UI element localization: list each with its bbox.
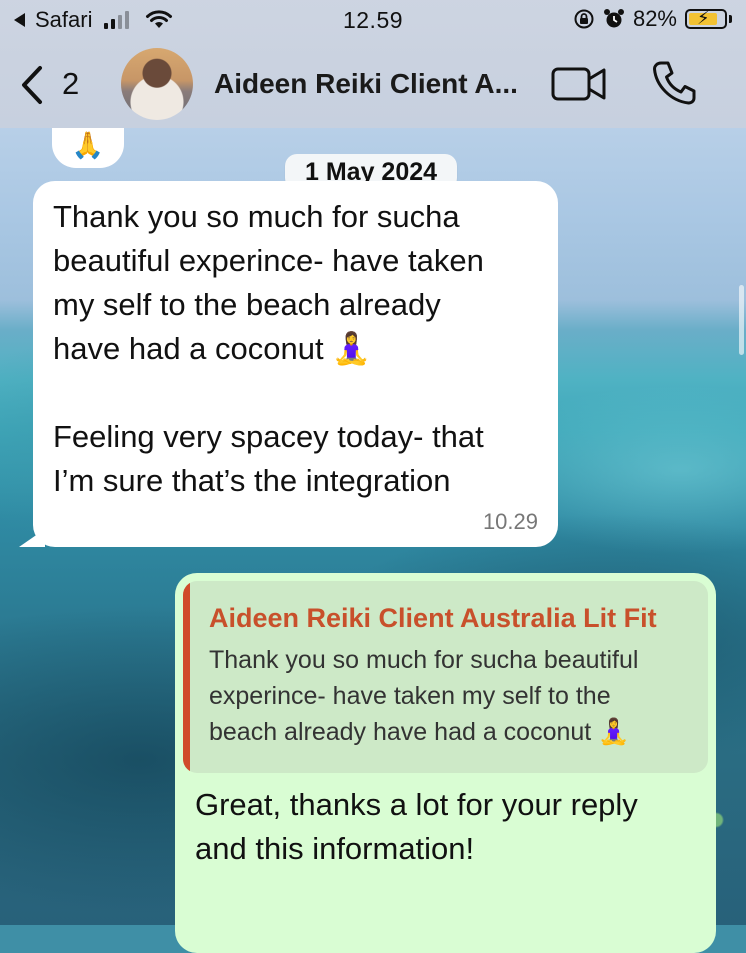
- rotation-lock-icon: [574, 9, 594, 29]
- charging-bolt-icon: ⚡: [697, 8, 710, 28]
- video-call-icon[interactable]: [551, 66, 607, 102]
- quote-line: Thank you so much for sucha beautiful: [209, 646, 639, 674]
- message-line: have had a coconut 🧘‍♀️: [53, 331, 371, 366]
- bubble-tail: [19, 529, 45, 547]
- alarm-icon: [603, 9, 624, 28]
- message-line: Feeling very spacey today- that: [53, 419, 484, 454]
- outgoing-message[interactable]: Aideen Reiki Client Australia Lit Fit Th…: [175, 573, 716, 953]
- message-text: Great, thanks a lot for your reply and t…: [183, 773, 708, 871]
- message-timestamp: 10.29: [482, 509, 538, 534]
- quote-line: beach already have had a coconut 🧘‍♀️: [209, 718, 630, 746]
- status-bar: Safari 12.59 82% ⚡: [0, 0, 746, 40]
- chat-header: Safari 12.59 82% ⚡ 2 Aideen Reiki Client…: [0, 0, 746, 128]
- status-indicators: 82% ⚡: [573, 6, 732, 32]
- battery-icon: ⚡: [685, 8, 727, 29]
- message-line: I’m sure that’s the integration: [53, 463, 451, 498]
- quote-accent-bar: [183, 581, 190, 773]
- incoming-message[interactable]: Thank you so much for sucha beautiful ex…: [19, 181, 558, 547]
- message-text: Thank you so much for sucha beautiful ex…: [53, 195, 538, 503]
- battery-percent: 82%: [632, 6, 677, 31]
- phone-icon[interactable]: [652, 60, 696, 106]
- message-line: Great, thanks a lot for your reply: [195, 787, 638, 822]
- chevron-left-icon[interactable]: [18, 64, 46, 106]
- battery-cap: [729, 15, 732, 23]
- chat-nav-bar: 2 Aideen Reiki Client A...: [0, 46, 746, 124]
- quoted-reply[interactable]: Aideen Reiki Client Australia Lit Fit Th…: [183, 581, 708, 773]
- reaction-emoji: 🙏: [71, 130, 105, 160]
- quote-text: Thank you so much for sucha beautiful ex…: [209, 642, 694, 750]
- message-line: and this information!: [195, 831, 475, 866]
- message-line: Thank you so much for sucha: [53, 199, 460, 234]
- message-line: beautiful experince- have taken: [53, 243, 484, 278]
- message-line: my self to the beach already: [53, 287, 441, 322]
- quote-line: experince- have taken my self to the: [209, 682, 611, 710]
- reaction-chip[interactable]: 🙏: [52, 128, 124, 168]
- chat-title[interactable]: Aideen Reiki Client A...: [214, 68, 518, 100]
- unread-chats-count[interactable]: 2: [62, 66, 79, 102]
- quote-author: Aideen Reiki Client Australia Lit Fit: [209, 603, 657, 633]
- avatar[interactable]: [121, 48, 193, 120]
- scrollbar-thumb[interactable]: [739, 285, 744, 355]
